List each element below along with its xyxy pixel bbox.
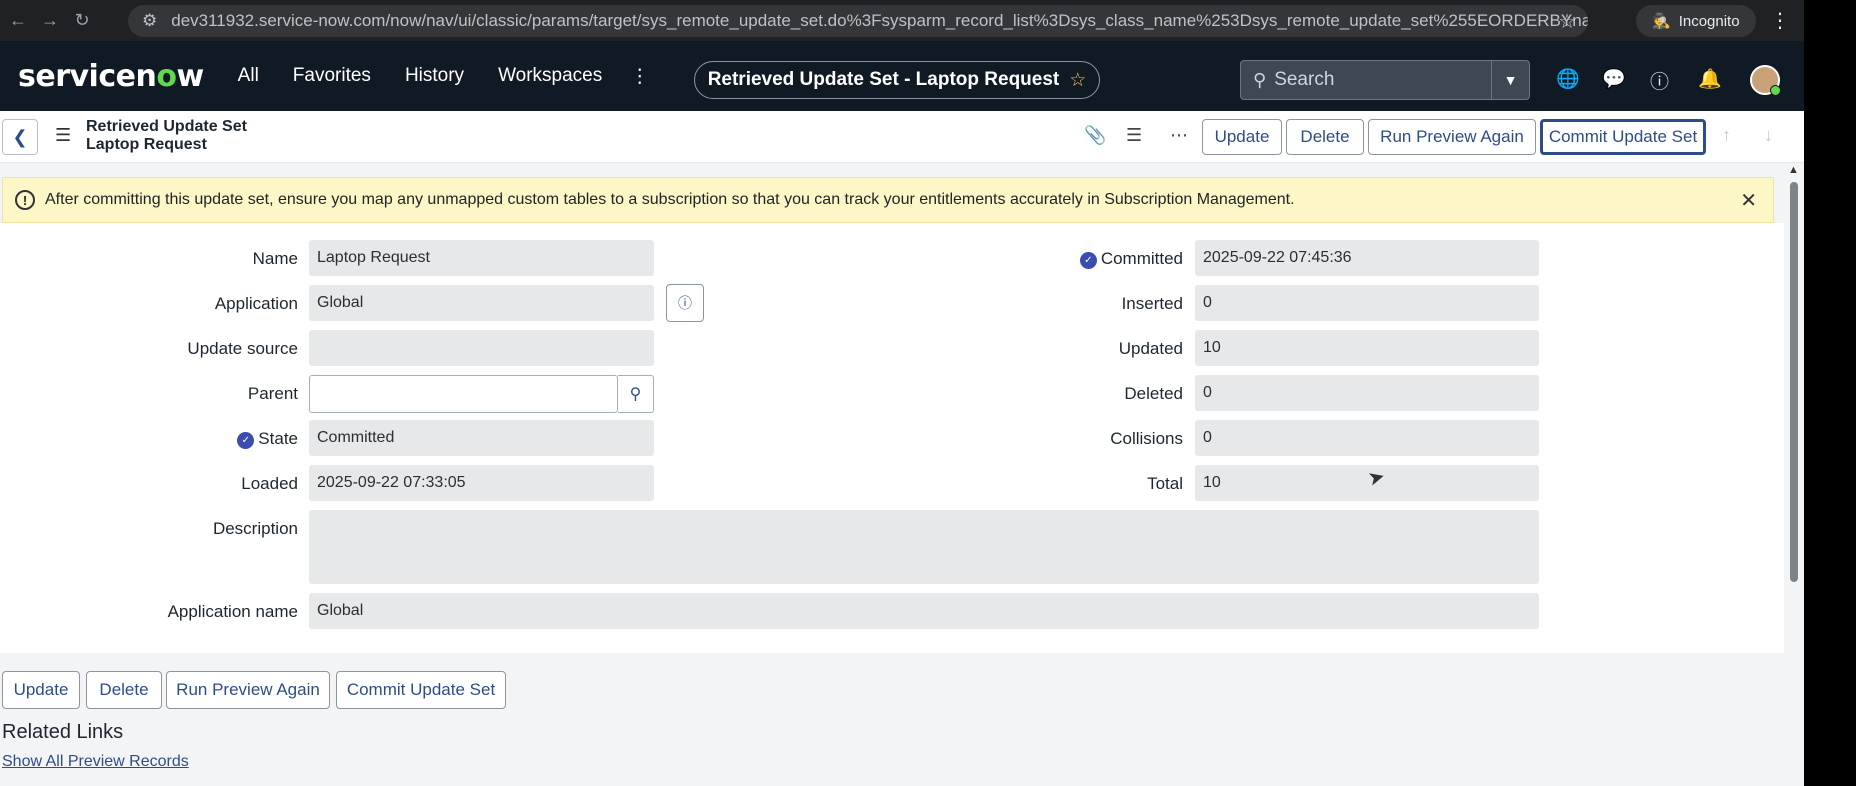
committed-label: ✓ Committed: [1000, 249, 1183, 269]
context-title-pill[interactable]: Retrieved Update Set - Laptop Request ☆: [694, 61, 1100, 99]
info-banner: ! After committing this update set, ensu…: [2, 177, 1774, 223]
search-icon: ⚲: [629, 386, 642, 403]
chat-icon[interactable]: 💬: [1602, 67, 1626, 91]
bottom-commit-update-set-button[interactable]: Commit Update Set: [336, 671, 506, 709]
more-menu-icon[interactable]: ⋮: [630, 65, 649, 88]
url-text: dev311932.service-now.com/now/nav/ui/cla…: [171, 11, 1588, 30]
scroll-up-icon[interactable]: ▲: [1788, 164, 1799, 176]
search-icon: ⚲: [1253, 69, 1267, 90]
parent-label: Parent: [247, 384, 298, 403]
application-name-label: Application name: [167, 602, 298, 621]
nav-favorites[interactable]: Favorites: [293, 65, 371, 87]
total-label: Total: [1147, 474, 1183, 493]
loaded-field[interactable]: 2025-09-22 07:33:05: [309, 465, 654, 501]
scrollbar-thumb[interactable]: [1790, 182, 1798, 582]
inserted-field[interactable]: 0: [1195, 285, 1539, 321]
global-search[interactable]: ⚲ Search ▼: [1240, 60, 1530, 100]
personalize-icon[interactable]: ☰: [1126, 125, 1142, 146]
parent-input[interactable]: [309, 375, 618, 413]
close-icon[interactable]: ✕: [1740, 188, 1757, 213]
vertical-scrollbar[interactable]: ▲: [1784, 164, 1804, 786]
context-title: Retrieved Update Set - Laptop Request: [707, 69, 1060, 90]
reload-icon[interactable]: ↻: [68, 7, 96, 35]
application-field[interactable]: Global: [309, 285, 654, 321]
application-info-button[interactable]: ⓘ: [666, 284, 704, 322]
incognito-icon: 🕵: [1652, 13, 1671, 30]
state-field[interactable]: Committed: [309, 420, 654, 456]
description-field[interactable]: [309, 510, 1539, 584]
run-preview-again-button[interactable]: Run Preview Again: [1368, 119, 1536, 155]
site-settings-icon[interactable]: ⚙: [142, 11, 157, 31]
show-all-preview-records-link[interactable]: Show All Preview Records: [2, 753, 189, 771]
collisions-field[interactable]: 0: [1195, 420, 1539, 456]
user-avatar[interactable]: [1750, 65, 1781, 96]
update-button[interactable]: Update: [1202, 119, 1282, 155]
name-field[interactable]: Laptop Request: [309, 240, 654, 276]
bottom-run-preview-again-button[interactable]: Run Preview Again: [166, 671, 330, 709]
updated-label: Updated: [1118, 339, 1183, 358]
browser-toolbar: ← → ↻ ⚙ dev311932.service-now.com/now/na…: [0, 0, 1804, 41]
next-record-icon[interactable]: ↓: [1764, 125, 1773, 146]
previous-record-icon[interactable]: ↑: [1722, 125, 1731, 146]
field-status-icon: ✓: [1079, 252, 1097, 269]
description-label: Description: [212, 519, 298, 538]
updated-field[interactable]: 10: [1195, 330, 1539, 366]
address-bar[interactable]: ⚙ dev311932.service-now.com/now/nav/ui/c…: [128, 5, 1588, 37]
back-button[interactable]: ❮: [2, 119, 38, 155]
application-label: Application: [214, 294, 298, 313]
servicenow-logo[interactable]: servicenow: [18, 59, 204, 94]
more-actions-icon[interactable]: ⋯: [1170, 125, 1188, 146]
content-area: ❮ ☰ Retrieved Update Set Laptop Request …: [0, 111, 1804, 786]
banner-text: After committing this update set, ensure…: [45, 191, 1295, 208]
search-scope-dropdown-icon[interactable]: ▼: [1491, 61, 1529, 99]
notification-bell-icon[interactable]: 🔔: [1698, 67, 1722, 91]
bottom-delete-button[interactable]: Delete: [86, 671, 162, 709]
attachment-icon[interactable]: 📎: [1084, 125, 1106, 146]
nav-workspaces[interactable]: Workspaces: [498, 65, 602, 87]
update-source-field[interactable]: [309, 330, 654, 366]
nav-history[interactable]: History: [405, 65, 464, 87]
delete-button[interactable]: Delete: [1286, 119, 1364, 155]
search-input[interactable]: Search: [1274, 69, 1491, 91]
warning-icon: !: [15, 190, 35, 210]
committed-field[interactable]: 2025-09-22 07:45:36: [1195, 240, 1539, 276]
name-label: Name: [252, 249, 298, 268]
globe-icon[interactable]: 🌐: [1556, 67, 1580, 91]
form-menu-icon[interactable]: ☰: [55, 125, 71, 146]
favorite-star-icon[interactable]: ☆: [1069, 69, 1086, 92]
parent-lookup-button[interactable]: ⚲: [618, 375, 654, 413]
browser-menu-icon[interactable]: ⋮: [1770, 8, 1790, 33]
nav-all[interactable]: All: [238, 65, 259, 87]
commit-update-set-button[interactable]: Commit Update Set: [1540, 119, 1706, 155]
forward-arrow-icon[interactable]: →: [36, 7, 64, 35]
deleted-field[interactable]: 0: [1195, 375, 1539, 411]
application-name-field[interactable]: Global: [309, 593, 1539, 629]
state-label: ✓ State: [100, 429, 298, 449]
servicenow-header: servicenow All Favorites History Workspa…: [0, 41, 1804, 111]
form-body: Name Laptop Request Application Global ⓘ…: [0, 223, 1784, 653]
related-links-heading: Related Links: [2, 721, 124, 743]
form-header: ❮ ☰ Retrieved Update Set Laptop Request …: [0, 111, 1804, 163]
deleted-label: Deleted: [1124, 384, 1183, 403]
incognito-label: Incognito: [1678, 12, 1740, 30]
record-title: Retrieved Update Set Laptop Request: [86, 118, 247, 153]
collisions-label: Collisions: [1110, 429, 1183, 448]
info-icon: ⓘ: [678, 295, 692, 311]
help-icon[interactable]: ⓘ: [1650, 67, 1669, 94]
screen: ← → ↻ ⚙ dev311932.service-now.com/now/na…: [0, 0, 1856, 786]
chevron-left-icon: ❮: [12, 126, 28, 147]
incognito-badge[interactable]: 🕵 Incognito: [1636, 5, 1756, 37]
bottom-update-button[interactable]: Update: [2, 671, 80, 709]
inserted-label: Inserted: [1121, 294, 1183, 313]
field-status-icon: ✓: [237, 432, 255, 449]
loaded-label: Loaded: [241, 474, 298, 493]
bookmark-star-icon[interactable]: ☆: [1558, 9, 1576, 34]
back-arrow-icon[interactable]: ←: [4, 7, 32, 35]
update-source-label: Update source: [187, 339, 298, 358]
